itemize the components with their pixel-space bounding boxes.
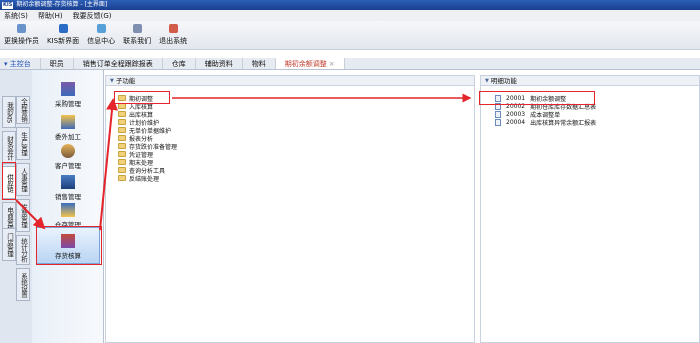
user-icon bbox=[17, 24, 26, 33]
side-tab-hr[interactable]: 人事管理 bbox=[16, 163, 30, 196]
module-sales[interactable]: 销售管理 bbox=[32, 175, 104, 201]
tab-sales-order-report[interactable]: 销售订单全程跟踪报表 bbox=[74, 58, 163, 69]
contact-us-label: 联系我们 bbox=[123, 37, 152, 45]
tab-home-label: 主控台 bbox=[9, 60, 31, 68]
exit-button[interactable]: 退出系统 bbox=[159, 21, 187, 49]
truck-icon bbox=[61, 175, 75, 189]
title-bar: KIS 期初余额调整-存货核算 - [主界面] bbox=[0, 0, 700, 10]
tab-aux-data[interactable]: 辅助资料 bbox=[196, 58, 243, 69]
tab-material[interactable]: 物料 bbox=[243, 58, 276, 69]
side-tab-invoice[interactable]: 发票管理 bbox=[16, 199, 30, 232]
info-center-button[interactable]: 信息中心 bbox=[87, 21, 115, 49]
tab-opening-balance[interactable]: 期初余额调整 × bbox=[275, 58, 345, 69]
folder-icon bbox=[118, 159, 126, 165]
folder-icon bbox=[118, 143, 126, 149]
tab-bar: ▾ 主控台 职员 销售订单全程跟踪报表 仓库 辅助资料 物料 期初余额调整 × bbox=[0, 58, 700, 70]
new-ui-label: KIS新界面 bbox=[47, 37, 80, 45]
warehouse-icon bbox=[61, 203, 75, 217]
folder-icon bbox=[118, 167, 126, 173]
side-tab-marketing[interactable]: 全程营销 bbox=[16, 96, 30, 124]
list-item-label: 反结账处理 bbox=[129, 175, 160, 183]
sub-function-list: 期初调整 入库核算 出库核算 计划价维护 无单价单据维护 报表分析 存货跌价准备… bbox=[118, 94, 177, 183]
menu-help[interactable]: 帮助(H) bbox=[38, 11, 63, 21]
list-item[interactable]: 20004 出库核算异常余额汇报表 bbox=[495, 118, 597, 127]
side-tab-bar: 我的KIS 财务会计 全程营销 生产管理 供应链 人事管理 电商管理 发票管理 … bbox=[0, 70, 32, 343]
outsourcing-icon bbox=[61, 115, 75, 129]
folder-icon bbox=[118, 111, 126, 117]
detail-function-title: 明细功能 bbox=[490, 76, 517, 85]
contact-us-button[interactable]: 联系我们 bbox=[123, 21, 151, 49]
tab-warehouse[interactable]: 仓库 bbox=[163, 58, 196, 69]
menu-feedback[interactable]: 我要反馈(G) bbox=[73, 11, 112, 21]
purchase-icon bbox=[61, 82, 75, 96]
folder-icon bbox=[118, 127, 126, 133]
toolbar: 更换操作员 KIS新界面 信息中心 联系我们 退出系统 bbox=[0, 21, 700, 50]
detail-function-header: ▼ 明细功能 bbox=[481, 76, 699, 86]
module-panel: 采购管理 委外加工 客户管理 销售管理 仓存管理 存货核算 bbox=[32, 70, 104, 343]
highlight-inventory-costing bbox=[36, 226, 102, 265]
switch-operator-button[interactable]: 更换操作员 bbox=[4, 21, 39, 49]
sub-function-panel: ▼ 子功能 期初调整 入库核算 出库核算 计划价维护 无单价单据维护 报表分析 存… bbox=[105, 75, 475, 343]
tab-home[interactable]: ▾ 主控台 bbox=[0, 58, 41, 69]
module-customer[interactable]: 客户管理 bbox=[32, 144, 104, 170]
app-window: KIS 期初余额调整-存货核算 - [主界面] 系统(S) 帮助(H) 我要反馈… bbox=[0, 0, 700, 343]
switch-operator-label: 更换操作员 bbox=[4, 37, 39, 45]
module-purchase[interactable]: 采购管理 bbox=[32, 82, 104, 108]
document-icon bbox=[495, 118, 501, 126]
side-tab-statistics[interactable]: 统计分析 bbox=[16, 235, 30, 265]
side-tab-my-kis[interactable]: 我的KIS bbox=[2, 96, 16, 128]
exit-label: 退出系统 bbox=[159, 37, 188, 45]
highlight-supply-chain bbox=[2, 162, 16, 200]
module-customer-label: 客户管理 bbox=[55, 162, 81, 170]
item-code: 20003 bbox=[506, 110, 526, 118]
close-icon[interactable]: × bbox=[329, 60, 335, 68]
item-code: 20004 bbox=[506, 118, 526, 126]
tab-employee[interactable]: 职员 bbox=[41, 58, 74, 69]
folder-icon bbox=[118, 175, 126, 181]
collapse-icon[interactable]: ▼ bbox=[485, 76, 489, 86]
folder-icon bbox=[118, 151, 126, 157]
list-item[interactable]: 反结账处理 bbox=[118, 174, 177, 183]
kis-icon bbox=[58, 24, 68, 33]
tab-active-label: 期初余额调整 bbox=[284, 60, 327, 68]
item-name: 出库核算异常余额汇报表 bbox=[530, 119, 597, 127]
folder-icon bbox=[118, 135, 126, 141]
folder-icon bbox=[118, 119, 126, 125]
collapse-icon[interactable]: ▼ bbox=[110, 76, 114, 86]
module-outsourcing[interactable]: 委外加工 bbox=[32, 115, 104, 141]
highlight-opening-balance-item bbox=[479, 91, 595, 105]
side-tab-settings[interactable]: 系统设置 bbox=[16, 268, 30, 301]
new-ui-button[interactable]: KIS新界面 bbox=[47, 21, 79, 49]
info-icon bbox=[96, 24, 106, 33]
side-tab-finance[interactable]: 财务会计 bbox=[2, 131, 16, 164]
window-title: 期初余额调整-存货核算 - [主界面] bbox=[16, 1, 108, 8]
module-purchase-label: 采购管理 bbox=[55, 100, 81, 108]
menu-system[interactable]: 系统(S) bbox=[4, 11, 28, 21]
info-center-label: 信息中心 bbox=[87, 37, 116, 45]
phone-icon bbox=[132, 24, 142, 33]
module-sales-label: 销售管理 bbox=[55, 193, 81, 201]
app-logo: KIS bbox=[2, 1, 14, 9]
exit-icon bbox=[168, 24, 178, 33]
module-outsourcing-label: 委外加工 bbox=[55, 133, 81, 141]
side-tab-production[interactable]: 生产管理 bbox=[16, 127, 30, 160]
document-icon bbox=[495, 110, 501, 118]
sub-function-title: 子功能 bbox=[115, 76, 136, 85]
menu-bar: 系统(S) 帮助(H) 我要反馈(G) bbox=[0, 10, 700, 21]
customer-icon bbox=[61, 144, 75, 158]
highlight-opening-adjust bbox=[114, 91, 170, 104]
sub-function-header: ▼ 子功能 bbox=[106, 76, 474, 86]
detail-function-panel: ▼ 明细功能 20001 期初余额调整 20002 期初仓库库存数据汇总表 20003… bbox=[480, 75, 700, 343]
side-tab-store[interactable]: 门店管理 bbox=[2, 228, 16, 261]
